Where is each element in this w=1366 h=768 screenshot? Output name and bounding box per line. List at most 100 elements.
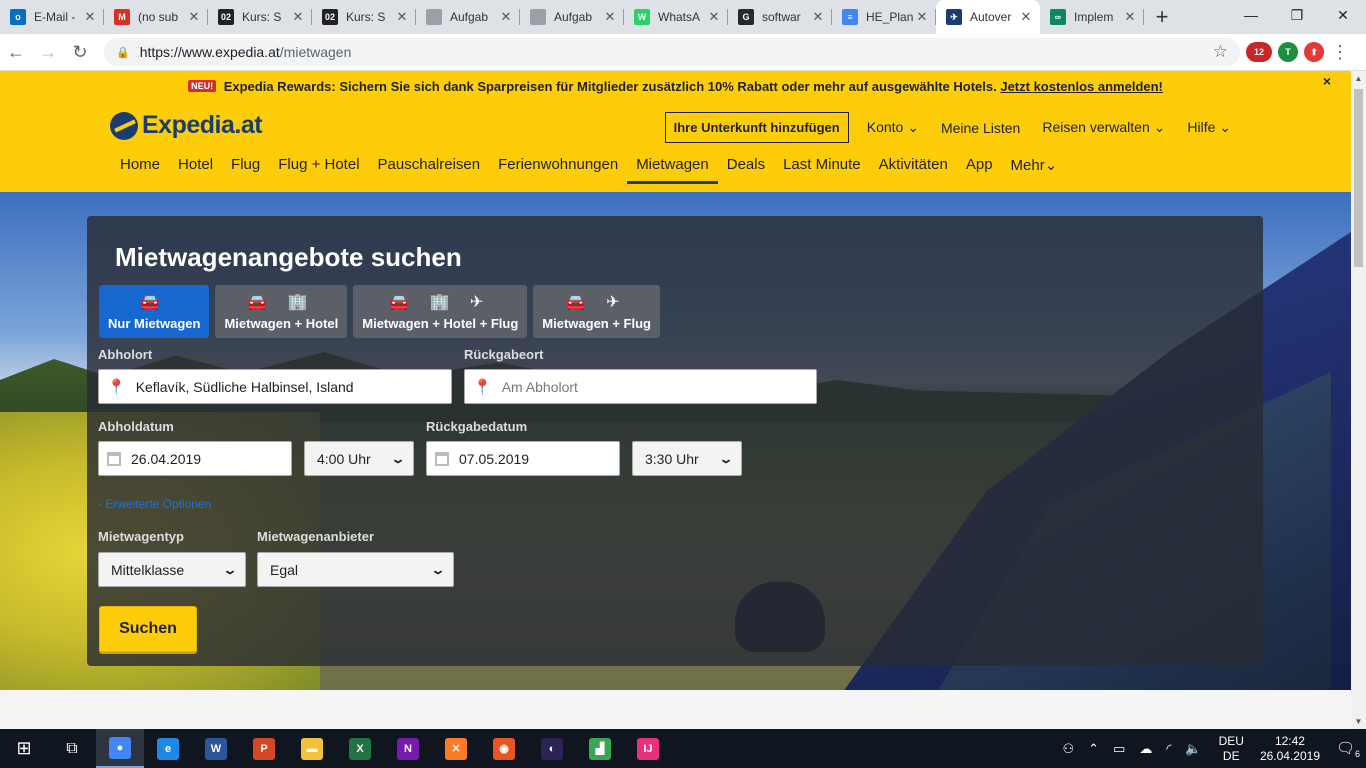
pickup-time-value: 4:00 Uhr (317, 450, 371, 467)
tab-close-icon[interactable]: ✕ (82, 9, 98, 25)
dropoff-location-input[interactable]: 📍 Am Abholort (464, 369, 817, 404)
nav-item-mietwagen[interactable]: Mietwagen (627, 154, 718, 184)
clock[interactable]: 12:42 26.04.2019 (1260, 734, 1320, 764)
browser-tab[interactable]: ✈ Autover ✕ (936, 0, 1040, 34)
expedia-logo[interactable]: Expedia.at (110, 111, 263, 140)
browser-tab[interactable]: Aufgab ✕ (520, 0, 624, 34)
help-menu[interactable]: Hilfe ⌄ (1187, 119, 1231, 136)
advanced-options-link[interactable]: - Erweiterte Optionen (98, 497, 211, 511)
profile-avatar[interactable]: T (1278, 42, 1298, 62)
browser-tab[interactable]: M (no sub ✕ (104, 0, 208, 34)
taskbar-app[interactable]: X (336, 729, 384, 768)
nav-item-app[interactable]: App (957, 154, 1002, 184)
my-lists-link[interactable]: Meine Listen (941, 120, 1020, 136)
promo-link[interactable]: Jetzt kostenlos anmelden! (1000, 79, 1163, 94)
taskbar-app[interactable]: ◐ (528, 729, 576, 768)
onedrive-cloud-icon[interactable]: ☁ (1139, 741, 1152, 757)
taskbar-app[interactable]: ◉ (480, 729, 528, 768)
pickup-location-input[interactable]: 📍 Keflavík, Südliche Halbinsel, Island (98, 369, 452, 404)
tab-close-icon[interactable]: ✕ (1018, 9, 1034, 25)
product-tab[interactable]: 🚘 🏢 ✈ Mietwagen + Hotel + Flug (353, 285, 528, 338)
search-button[interactable]: Suchen (99, 606, 197, 652)
car-type-select[interactable]: Mittelklasse ⌄ (98, 552, 246, 587)
scroll-up-icon[interactable]: ▲ (1351, 71, 1366, 86)
taskbar-app[interactable]: ▬ (288, 729, 336, 768)
page-scrollbar[interactable]: ▲ ▼ (1351, 71, 1366, 729)
minimize-icon[interactable]: — (1228, 0, 1274, 30)
nav-item-last-minute[interactable]: Last Minute (774, 154, 870, 184)
menu-dots-icon[interactable]: ⋮ (1324, 42, 1356, 63)
tab-close-icon[interactable]: ✕ (706, 9, 722, 25)
new-tab-button[interactable]: + (1144, 0, 1180, 34)
nav-item-home[interactable]: Home (111, 154, 169, 184)
browser-tab[interactable]: Gsoftwar ✕ (728, 0, 832, 34)
nav-item-flug[interactable]: Flug (222, 154, 269, 184)
nav-item-ferienwohnungen[interactable]: Ferienwohnungen (489, 154, 627, 184)
windows-start-icon[interactable]: ⊞ (0, 729, 48, 768)
extension-red-icon[interactable]: ⬆ (1304, 42, 1324, 62)
nav-item-flug-hotel[interactable]: Flug + Hotel (269, 154, 368, 184)
taskbar-app[interactable]: ✕ (432, 729, 480, 768)
scroll-down-icon[interactable]: ▼ (1351, 714, 1366, 729)
taskbar-app[interactable]: IJ (624, 729, 672, 768)
taskbar-app[interactable]: W (192, 729, 240, 768)
edge-icon: e (157, 737, 179, 760)
product-tab[interactable]: 🚘 Nur Mietwagen (99, 285, 210, 338)
tab-close-icon[interactable]: ✕ (394, 9, 410, 25)
tab-close-icon[interactable]: ✕ (914, 9, 930, 25)
taskbar-app[interactable]: e (144, 729, 192, 768)
back-icon[interactable]: ← (0, 42, 32, 63)
browser-tab-title: Aufgab (450, 10, 489, 24)
scrollbar-thumb[interactable] (1354, 89, 1363, 267)
account-menu[interactable]: Konto ⌄ (867, 119, 919, 136)
product-tab[interactable]: 🚘 ✈ Mietwagen + Flug (533, 285, 660, 338)
pickup-time-select[interactable]: 4:00 Uhr ⌄ (304, 441, 414, 476)
people-icon[interactable]: ⚇ (1063, 741, 1075, 757)
tab-close-icon[interactable]: ✕ (290, 9, 306, 25)
nav-item-mehr[interactable]: Mehr⌄ (1002, 154, 1067, 184)
input-language[interactable]: DEU DE (1219, 734, 1244, 764)
restore-icon[interactable]: ❐ (1274, 0, 1320, 30)
tab-close-icon[interactable]: ✕ (810, 9, 826, 25)
notification-center-icon[interactable]: 🗨6 (1330, 739, 1366, 759)
tray-expand-icon[interactable]: ⌃ (1088, 741, 1099, 757)
task-view-icon[interactable]: ⧉ (48, 729, 96, 768)
volume-icon[interactable]: 🔈 (1185, 741, 1201, 757)
taskbar-app[interactable]: ● (96, 729, 144, 768)
nav-item-deals[interactable]: Deals (718, 154, 774, 184)
browser-tab[interactable]: ≡ HE_Plan ✕ (832, 0, 936, 34)
return-date-input[interactable]: 07.05.2019 (426, 441, 620, 476)
tab-close-icon[interactable]: ✕ (186, 9, 202, 25)
taskbar-app[interactable]: N (384, 729, 432, 768)
wifi-icon[interactable]: ◜ (1166, 741, 1171, 757)
close-icon[interactable]: ✕ (1320, 0, 1366, 30)
forward-icon[interactable]: → (32, 42, 64, 63)
browser-tab[interactable]: 02 Kurs: S ✕ (312, 0, 416, 34)
nav-item-pauschalreisen[interactable]: Pauschalreisen (369, 154, 490, 184)
account-nav: Ihre Unterkunft hinzufügen Konto ⌄ Meine… (664, 112, 1231, 143)
browser-tab[interactable]: 02 Kurs: S ✕ (208, 0, 312, 34)
promo-close-icon[interactable]: × (1323, 73, 1331, 89)
nav-item-hotel[interactable]: Hotel (169, 154, 222, 184)
bookmark-star-icon[interactable]: ☆ (1213, 42, 1228, 62)
manage-trips-menu[interactable]: Reisen verwalten ⌄ (1042, 119, 1165, 136)
taskbar-app[interactable]: ▟ (576, 729, 624, 768)
tab-close-icon[interactable]: ✕ (1122, 9, 1138, 25)
reload-icon[interactable]: ↻ (64, 42, 96, 63)
add-property-button[interactable]: Ihre Unterkunft hinzufügen (664, 112, 849, 143)
nav-item-aktivit-ten[interactable]: Aktivitäten (870, 154, 957, 184)
browser-tab[interactable]: Aufgab ✕ (416, 0, 520, 34)
address-bar[interactable]: 🔒 https://www.expedia.at/mietwagen ☆ (104, 38, 1240, 66)
vendor-select[interactable]: Egal ⌄ (257, 552, 454, 587)
tab-close-icon[interactable]: ✕ (602, 9, 618, 25)
extension-badge[interactable]: 12 (1246, 42, 1272, 62)
taskbar-app[interactable]: P (240, 729, 288, 768)
browser-tab[interactable]: ∞ Implem ✕ (1040, 0, 1144, 34)
product-tab[interactable]: 🚘 🏢 Mietwagen + Hotel (215, 285, 348, 338)
return-time-select[interactable]: 3:30 Uhr ⌄ (632, 441, 742, 476)
browser-tab[interactable]: W WhatsA ✕ (624, 0, 728, 34)
battery-icon[interactable]: ▭ (1113, 741, 1125, 757)
browser-tab[interactable]: o E-Mail - ✕ (0, 0, 104, 34)
pickup-date-input[interactable]: 26.04.2019 (98, 441, 292, 476)
tab-close-icon[interactable]: ✕ (498, 9, 514, 25)
